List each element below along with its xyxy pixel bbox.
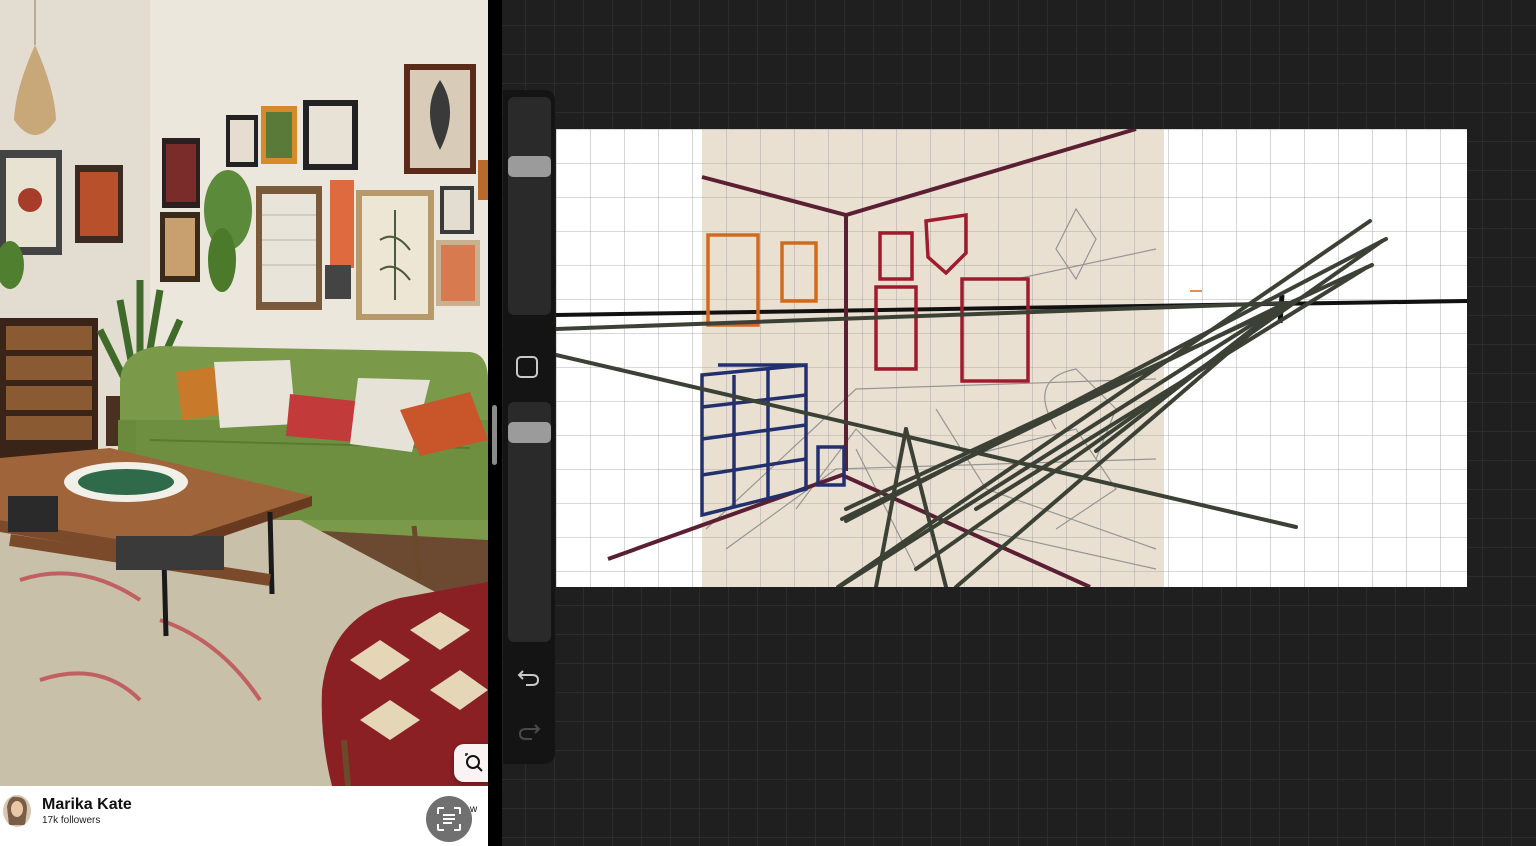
author-name[interactable]: Marika Kate	[42, 796, 132, 814]
visual-search-button[interactable]	[454, 744, 488, 782]
split-view-handle[interactable]	[492, 405, 497, 465]
drawing-canvas[interactable]	[556, 129, 1467, 587]
undo-arrow-icon[interactable]	[515, 664, 543, 688]
brush-size-slider[interactable]	[508, 97, 551, 315]
author-followers: 17k followers	[42, 815, 101, 826]
opacity-slider-thumb[interactable]	[508, 421, 551, 443]
lens-scan-icon	[437, 807, 461, 831]
visual-search-icon	[465, 753, 483, 772]
lens-scan-button[interactable]	[426, 796, 472, 842]
living-room-photo[interactable]	[0, 0, 488, 786]
avatar[interactable]	[3, 795, 31, 827]
reference-pin-pane: Marika Kate 17k followers w	[0, 0, 488, 846]
brush-size-slider-thumb[interactable]	[508, 156, 551, 178]
redo-arrow-icon[interactable]	[515, 718, 543, 742]
square-modify-icon[interactable]	[516, 356, 538, 378]
